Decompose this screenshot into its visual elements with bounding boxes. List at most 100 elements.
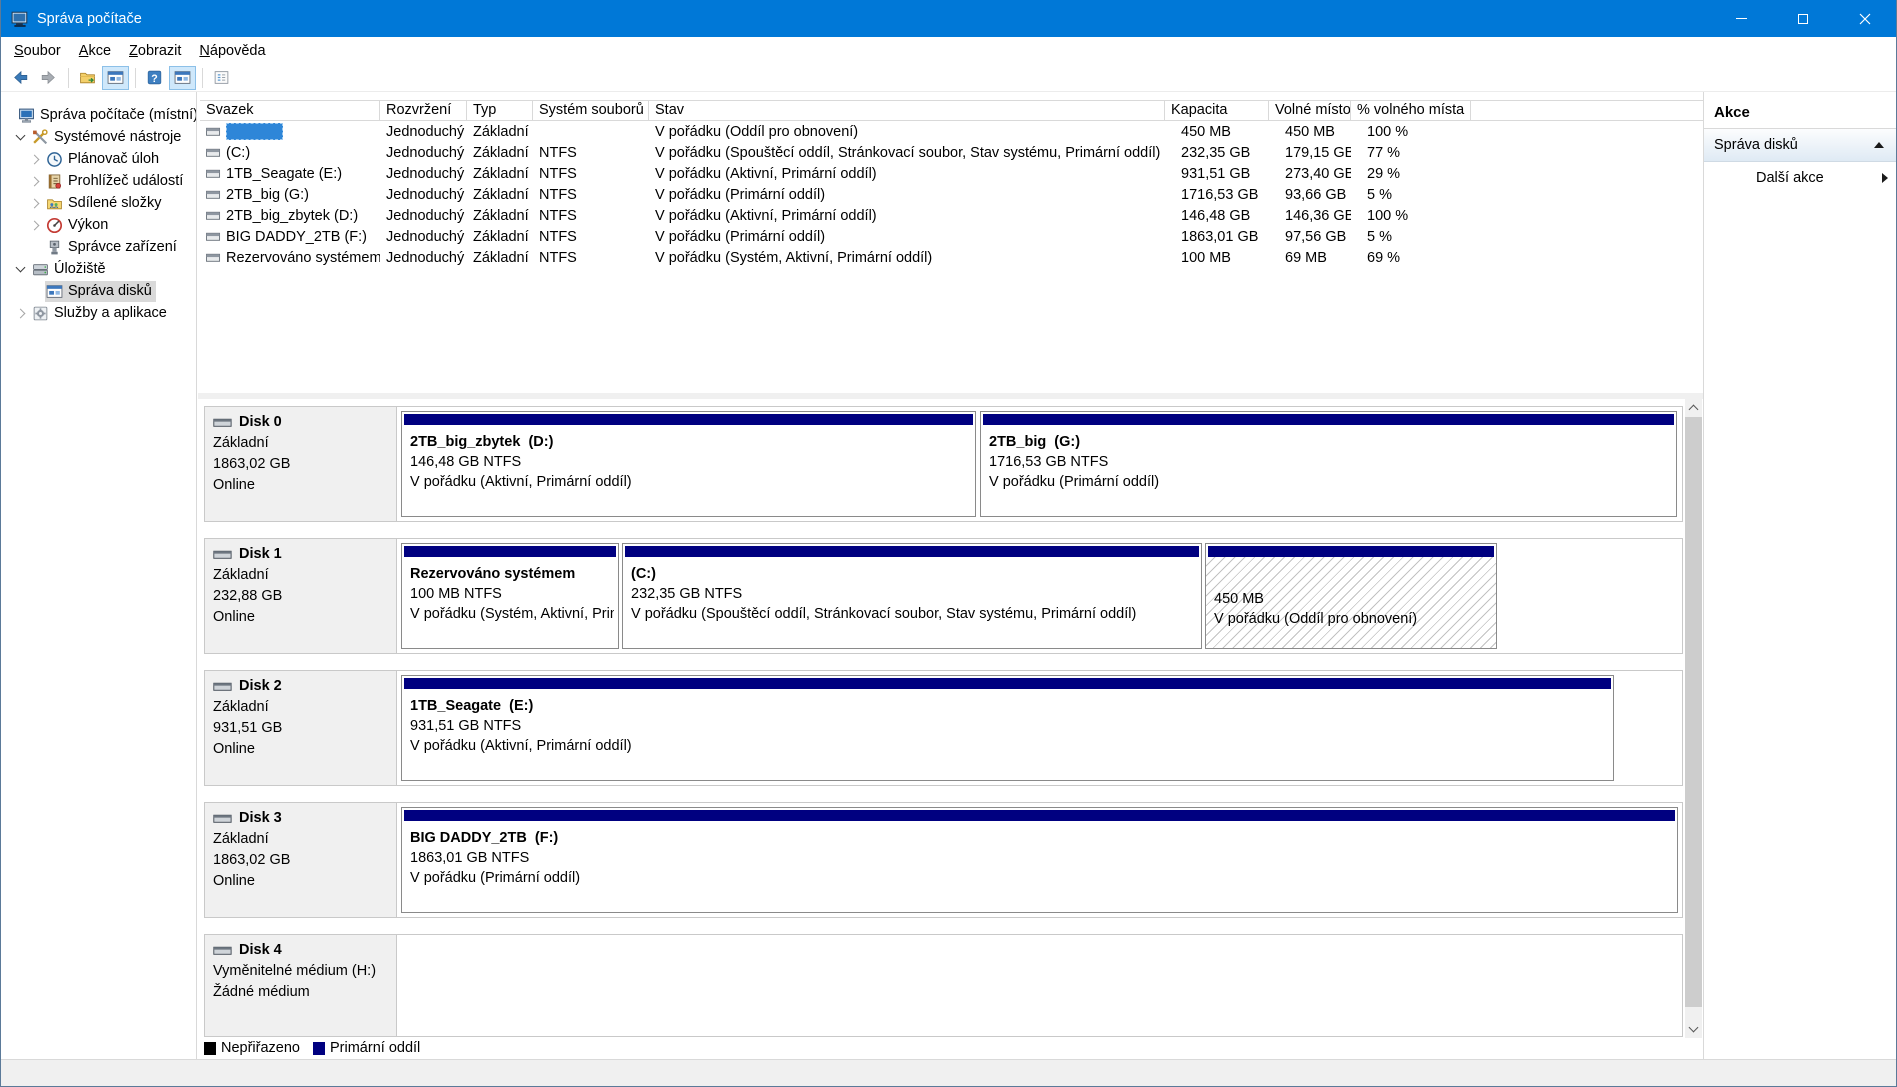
- volume-row-c[interactable]: (C:)JednoduchýZákladníNTFSV pořádku (Spo…: [200, 142, 1703, 163]
- sidebar-item-vykon[interactable]: Výkon: [1, 214, 196, 236]
- column-header-svazek[interactable]: Svazek: [200, 101, 380, 120]
- sidebar-item-planovac-uloh[interactable]: Plánovač úloh: [1, 148, 196, 170]
- disk-icon: [213, 812, 233, 825]
- scroll-down-icon[interactable]: [1685, 1021, 1702, 1038]
- disk-row-disk-0: Disk 0Základní1863,02 GBOnline2TB_big_zb…: [204, 406, 1683, 522]
- forward-button[interactable]: [35, 66, 62, 90]
- partition-1tb-seagate-e[interactable]: 1TB_Seagate (E:)931,51 GB NTFSV pořádku …: [401, 675, 1614, 781]
- collapse-icon[interactable]: [1874, 142, 1884, 148]
- maximize-button[interactable]: [1772, 0, 1834, 37]
- sidebar-item-systemove-nastroje[interactable]: Systémové nástroje: [1, 126, 196, 148]
- sidebar-item-sprava-pocitace-mistni[interactable]: Správa počítače (místní): [1, 104, 196, 126]
- sidebar-item-label: Úložiště: [54, 261, 106, 277]
- selected-volume-highlight: [226, 123, 283, 140]
- sidebar-item-sluzby-a-aplikace[interactable]: Služby a aplikace: [1, 302, 196, 324]
- disk-icon: [213, 944, 233, 957]
- expanded-chevron-icon[interactable]: [16, 263, 26, 273]
- sidebar-item-spravce-zarizeni[interactable]: Správce zařízení: [1, 236, 196, 258]
- properties-button[interactable]: [208, 66, 235, 90]
- partition-big-daddy-2tb-f[interactable]: BIG DADDY_2TB (F:)1863,01 GB NTFSV pořád…: [401, 807, 1678, 913]
- disk-info-disk-4[interactable]: Disk 4Vyměnitelné médium (H:)Žádné médiu…: [205, 935, 397, 1036]
- show-console-tree-button[interactable]: [102, 66, 129, 90]
- volume-row-1tb-seagate-e[interactable]: 1TB_Seagate (E:)JednoduchýZákladníNTFSV …: [200, 163, 1703, 184]
- partition-2tb-big-g[interactable]: 2TB_big (G:)1716,53 GB NTFSV pořádku (Pr…: [980, 411, 1677, 517]
- volume-cell: NTFS: [533, 187, 649, 203]
- partition-2tb-big-zbytek-d[interactable]: 2TB_big_zbytek (D:)146,48 GB NTFSV pořád…: [401, 411, 976, 517]
- volume-row-big-daddy-2tb-f[interactable]: BIG DADDY_2TB (F:)JednoduchýZákladníNTFS…: [200, 226, 1703, 247]
- close-button[interactable]: [1834, 0, 1896, 37]
- partition-label: 2TB_big (G:): [989, 432, 1672, 452]
- disk-title: Disk 4: [213, 942, 388, 958]
- collapsed-chevron-icon[interactable]: [30, 198, 40, 208]
- actions-group-disk-management[interactable]: Správa disků: [1704, 129, 1896, 162]
- volume-cell: 5 %: [1351, 229, 1471, 245]
- partition-c[interactable]: (C:)232,35 GB NTFSV pořádku (Spouštěcí o…: [622, 543, 1202, 649]
- collapsed-chevron-icon[interactable]: [16, 308, 26, 318]
- collapsed-chevron-icon[interactable]: [30, 154, 40, 164]
- sidebar-item-label: Správa disků: [68, 283, 152, 299]
- volume-cell: 93,66 GB: [1269, 187, 1351, 203]
- back-arrow-icon: [12, 69, 29, 86]
- scroll-up-icon[interactable]: [1685, 399, 1702, 416]
- disk-info-disk-0[interactable]: Disk 0Základní1863,02 GBOnline: [205, 407, 397, 521]
- expanded-chevron-icon[interactable]: [16, 131, 26, 141]
- disk-info-line: Vyměnitelné médium (H:): [213, 961, 388, 982]
- disk-info-disk-2[interactable]: Disk 2Základní931,51 GBOnline: [205, 671, 397, 785]
- actions-pane-title: Akce: [1704, 100, 1896, 129]
- disk-info-disk-1[interactable]: Disk 1Základní232,88 GBOnline: [205, 539, 397, 653]
- volume-cell: Jednoduchý: [380, 166, 467, 182]
- volume-table-header: SvazekRozvrženíTypSystém souborůStavKapa…: [200, 100, 1703, 121]
- volume-row-2tb-big-zbytek-d[interactable]: 2TB_big_zbytek (D:)JednoduchýZákladníNTF…: [200, 205, 1703, 226]
- menu-zobrazit[interactable]: Zobrazit: [120, 39, 190, 63]
- volume-cell: Základní: [467, 229, 533, 245]
- volume-cell: Jednoduchý: [380, 124, 467, 140]
- sidebar-item-sdilene-slozky[interactable]: Sdílené složky: [1, 192, 196, 214]
- export-list-button[interactable]: [74, 66, 101, 90]
- partition-450-mb[interactable]: 450 MBV pořádku (Oddíl pro obnovení): [1205, 543, 1497, 649]
- volume-cell: 232,35 GB: [1165, 145, 1269, 161]
- services-icon: [32, 305, 49, 322]
- column-header-rozvrzeni[interactable]: Rozvržení: [380, 101, 467, 120]
- sidebar-item-prohlizec-udalosti[interactable]: Prohlížeč událostí: [1, 170, 196, 192]
- column-header-typ[interactable]: Typ: [467, 101, 533, 120]
- disk-info-line: 232,88 GB: [213, 586, 388, 607]
- column-header-kapacita[interactable]: Kapacita: [1165, 101, 1269, 120]
- volume-row-rezervovano-systemem[interactable]: Rezervováno systémemJednoduchýZákladníNT…: [200, 247, 1703, 268]
- volume-cell: V pořádku (Spouštěcí oddíl, Stránkovací …: [649, 145, 1165, 161]
- volume-icon: [206, 189, 221, 201]
- help-button[interactable]: ?: [141, 66, 168, 90]
- toolbar-separator: [202, 68, 203, 88]
- volume-cell: V pořádku (Aktivní, Primární oddíl): [649, 208, 1165, 224]
- menu-soubor[interactable]: Soubor: [5, 39, 70, 63]
- disk-name: Disk 4: [239, 942, 282, 958]
- sidebar-tree: Správa počítače (místní)Systémové nástro…: [1, 92, 197, 1059]
- column-header-volne-misto[interactable]: Volné místo: [1269, 101, 1351, 120]
- disk-name: Disk 2: [239, 678, 282, 694]
- column-header-system-souboru[interactable]: Systém souborů: [533, 101, 649, 120]
- vertical-scrollbar[interactable]: [1685, 399, 1702, 1038]
- scrollbar-thumb[interactable]: [1685, 417, 1702, 1007]
- minimize-button[interactable]: [1710, 0, 1772, 37]
- volume-row-2tb-big-g[interactable]: 2TB_big (G:)JednoduchýZákladníNTFSV pořá…: [200, 184, 1703, 205]
- menu-napoveda[interactable]: Nápověda: [190, 39, 274, 63]
- collapsed-chevron-icon[interactable]: [30, 220, 40, 230]
- column-header-stav[interactable]: Stav: [649, 101, 1165, 120]
- back-button[interactable]: [7, 66, 34, 90]
- column-header-filler: [1471, 101, 1703, 120]
- show-action-pane-button[interactable]: [169, 66, 196, 90]
- disk-info-disk-3[interactable]: Disk 3Základní1863,02 GBOnline: [205, 803, 397, 917]
- sidebar-item-sprava-disku[interactable]: Správa disků: [1, 280, 196, 302]
- console-window-icon: [174, 69, 191, 86]
- column-header-volneho-mista[interactable]: % volného místa: [1351, 101, 1471, 120]
- disk-info-line: 1863,02 GB: [213, 850, 388, 871]
- partition-color-stripe: [404, 414, 973, 425]
- volume-row-recovery[interactable]: JednoduchýZákladníV pořádku (Oddíl pro o…: [200, 121, 1703, 142]
- more-actions-item[interactable]: Další akce: [1704, 162, 1896, 193]
- volume-cell: NTFS: [533, 166, 649, 182]
- collapsed-chevron-icon[interactable]: [30, 176, 40, 186]
- tools-icon: [32, 129, 49, 146]
- partition-rezervovano-systemem[interactable]: Rezervováno systémem100 MB NTFSV pořádku…: [401, 543, 619, 649]
- menu-akce[interactable]: Akce: [70, 39, 120, 63]
- sidebar-item-uloziste[interactable]: Úložiště: [1, 258, 196, 280]
- volume-icon: [206, 210, 221, 222]
